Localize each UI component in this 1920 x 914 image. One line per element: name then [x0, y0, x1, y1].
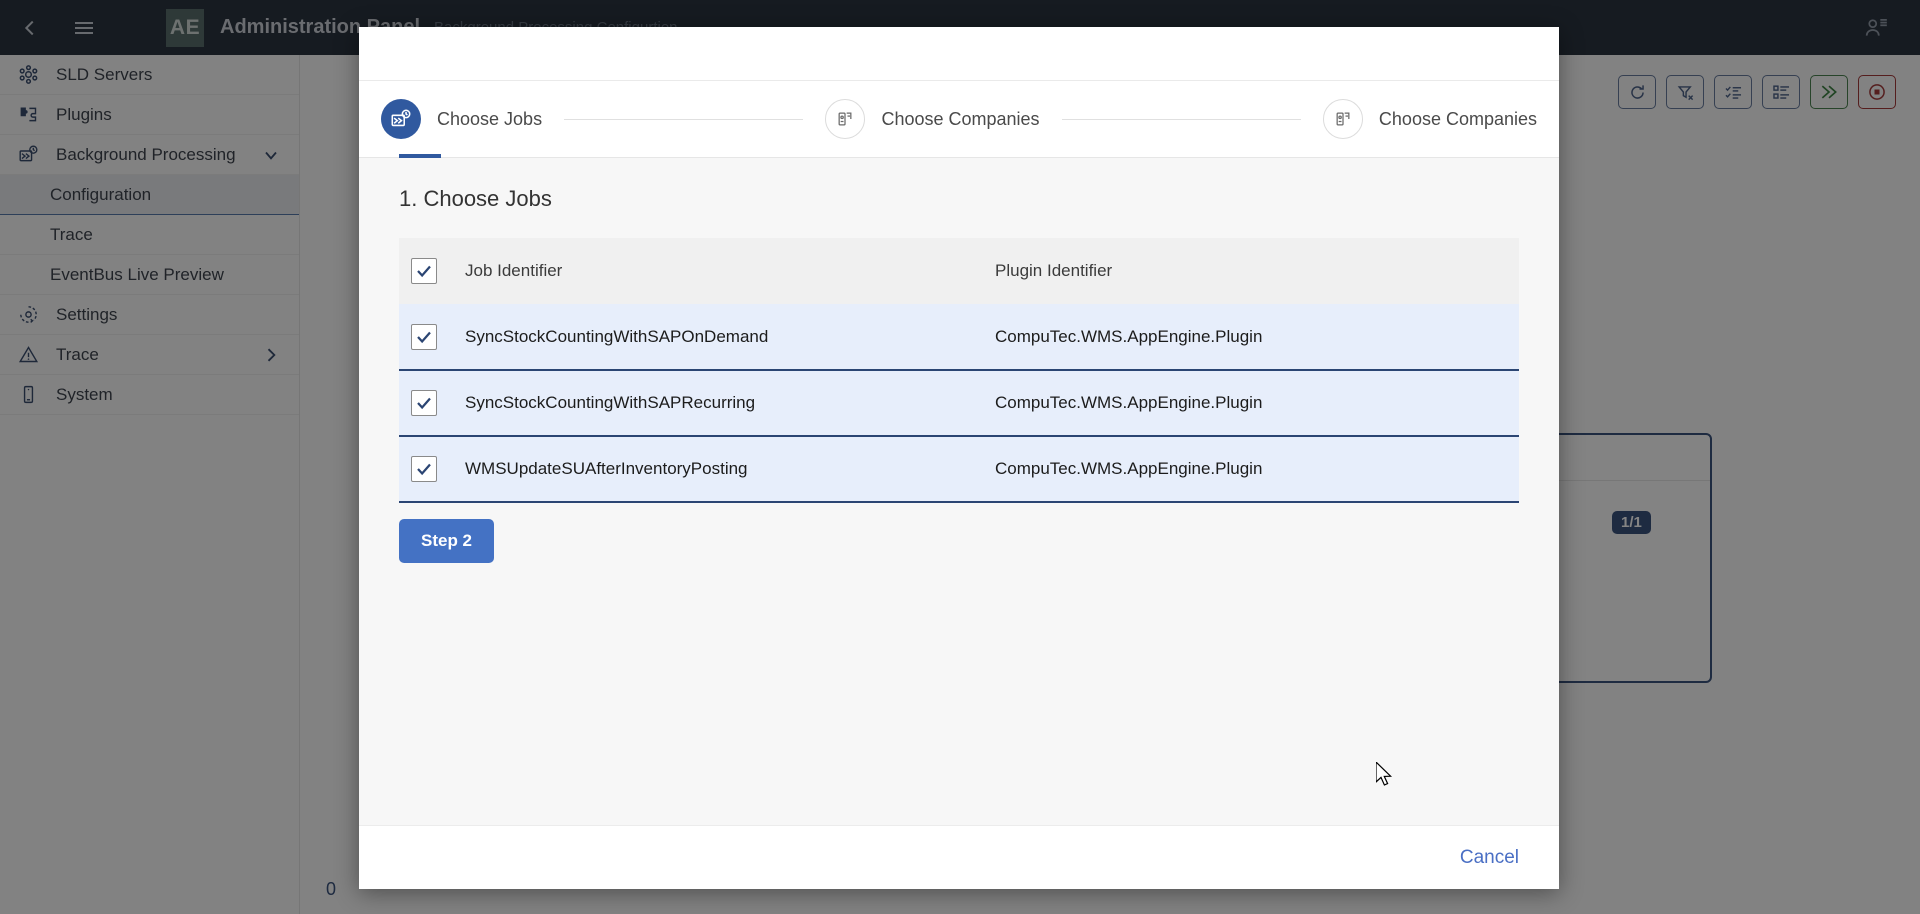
cancel-button[interactable]: Cancel — [1460, 847, 1519, 869]
row-checkbox[interactable] — [411, 390, 437, 416]
wizard-step-choose-companies-1[interactable]: Choose Companies — [825, 99, 1039, 139]
dialog-titlebar — [359, 27, 1559, 81]
row-select-cell — [399, 370, 465, 436]
table-row[interactable]: SyncStockCountingWithSAPOnDemand CompuTe… — [399, 304, 1519, 370]
cell-plugin-identifier: CompuTec.WMS.AppEngine.Plugin — [995, 370, 1519, 436]
wizard-step-choose-companies-2[interactable]: Choose Companies — [1323, 99, 1537, 139]
table-row[interactable]: SyncStockCountingWithSAPRecurring CompuT… — [399, 370, 1519, 436]
section-title: 1. Choose Jobs — [399, 186, 1519, 212]
choose-jobs-dialog: Choose Jobs Choose Companies — [359, 27, 1559, 889]
table-header-row: Job Identifier Plugin Identifier — [399, 238, 1519, 304]
company-card-icon — [825, 99, 865, 139]
cell-plugin-identifier: CompuTec.WMS.AppEngine.Plugin — [995, 304, 1519, 370]
dialog-body: 1. Choose Jobs Job Identifier Plugin Ide… — [359, 158, 1559, 825]
cell-job-identifier: WMSUpdateSUAfterInventoryPosting — [465, 436, 995, 502]
check-icon — [415, 328, 433, 346]
row-select-cell — [399, 304, 465, 370]
check-icon — [415, 394, 433, 412]
row-checkbox[interactable] — [411, 456, 437, 482]
row-select-cell — [399, 436, 465, 502]
background-processing-icon — [381, 99, 421, 139]
wizard-step-label: Choose Jobs — [437, 109, 542, 130]
column-header-job-identifier[interactable]: Job Identifier — [465, 238, 995, 304]
select-all-cell — [399, 238, 465, 304]
stepper-connector — [564, 119, 803, 120]
select-all-checkbox[interactable] — [411, 258, 437, 284]
check-icon — [415, 460, 433, 478]
cell-plugin-identifier: CompuTec.WMS.AppEngine.Plugin — [995, 436, 1519, 502]
stepper-connector — [1062, 119, 1301, 120]
wizard-step-label: Choose Companies — [1379, 109, 1537, 130]
cell-job-identifier: SyncStockCountingWithSAPRecurring — [465, 370, 995, 436]
check-icon — [415, 262, 433, 280]
mouse-cursor — [1376, 762, 1398, 792]
cell-job-identifier: SyncStockCountingWithSAPOnDemand — [465, 304, 995, 370]
row-checkbox[interactable] — [411, 324, 437, 350]
table-header: Job Identifier Plugin Identifier — [399, 238, 1519, 304]
table-body: SyncStockCountingWithSAPOnDemand CompuTe… — [399, 304, 1519, 502]
table-row[interactable]: WMSUpdateSUAfterInventoryPosting CompuTe… — [399, 436, 1519, 502]
wizard-stepper: Choose Jobs Choose Companies — [359, 81, 1559, 158]
wizard-step-label: Choose Companies — [881, 109, 1039, 130]
next-step-button[interactable]: Step 2 — [399, 519, 494, 563]
dialog-footer: Cancel — [359, 825, 1559, 889]
column-header-plugin-identifier[interactable]: Plugin Identifier — [995, 238, 1519, 304]
company-card-icon — [1323, 99, 1363, 139]
wizard-step-choose-jobs[interactable]: Choose Jobs — [381, 99, 542, 139]
jobs-table: Job Identifier Plugin Identifier SyncSto… — [399, 238, 1519, 503]
